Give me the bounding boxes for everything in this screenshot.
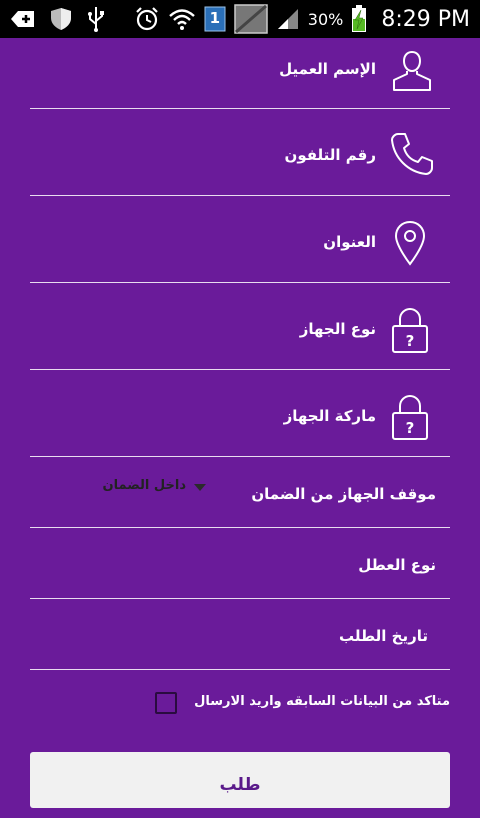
notification-count: 1: [209, 9, 220, 27]
device-type-label: نوع الجهاز: [299, 320, 376, 338]
lock-icon: ?: [386, 393, 434, 441]
usb-icon: [86, 6, 106, 32]
warranty-label: موقف الجهاز من الضمان: [251, 485, 436, 503]
address-label: العنوان: [323, 233, 376, 251]
battery-charging-icon: [351, 5, 367, 33]
fault-type-field[interactable]: نوع العطل: [30, 527, 450, 599]
warranty-dropdown[interactable]: داخل الضمان: [70, 474, 220, 502]
phone-icon: [388, 130, 436, 178]
request-date-field[interactable]: تاريخ الطلب: [30, 598, 450, 670]
photo-icon: [234, 4, 268, 34]
shield-icon: [50, 7, 72, 31]
status-bar-right: 1 30% 8:29 PM: [134, 0, 470, 38]
warranty-selected-value: داخل الضمان: [102, 478, 186, 493]
confirm-checkbox[interactable]: [155, 692, 177, 714]
phone-field[interactable]: رقم التلفون: [30, 108, 450, 196]
device-brand-field[interactable]: ماركة الجهاز ?: [30, 369, 450, 457]
address-field[interactable]: العنوان: [30, 195, 450, 283]
notification-badge-icon: 1: [204, 6, 226, 32]
status-bar-left: [10, 0, 106, 38]
signal-icon: [276, 8, 300, 30]
svg-text:?: ?: [406, 332, 415, 350]
alarm-icon: [134, 6, 160, 32]
fault-type-label: نوع العطل: [358, 556, 436, 574]
status-bar: 1 30% 8:29 PM: [0, 0, 480, 38]
chevron-down-icon: [194, 484, 206, 491]
location-pin-icon: [386, 219, 434, 267]
person-icon: [388, 46, 436, 94]
lock-icon: ?: [386, 306, 434, 354]
warranty-field: موقف الجهاز من الضمان داخل الضمان: [30, 456, 450, 528]
request-date-label: تاريخ الطلب: [339, 627, 428, 645]
device-brand-label: ماركة الجهاز: [283, 407, 376, 425]
device-type-field[interactable]: نوع الجهاز ?: [30, 282, 450, 370]
wifi-icon: [168, 7, 196, 31]
battery-percent: 30%: [307, 9, 344, 29]
confirm-label: متاكد من البيانات السابقه واريد الارسال: [194, 694, 450, 709]
svg-text:?: ?: [406, 419, 415, 437]
clock: 8:29 PM: [381, 6, 470, 32]
customer-name-label: الإسم العميل: [279, 60, 376, 78]
customer-name-field[interactable]: الإسم العميل: [30, 38, 450, 109]
phone-label: رقم التلفون: [284, 146, 376, 164]
add-icon: [10, 9, 36, 29]
